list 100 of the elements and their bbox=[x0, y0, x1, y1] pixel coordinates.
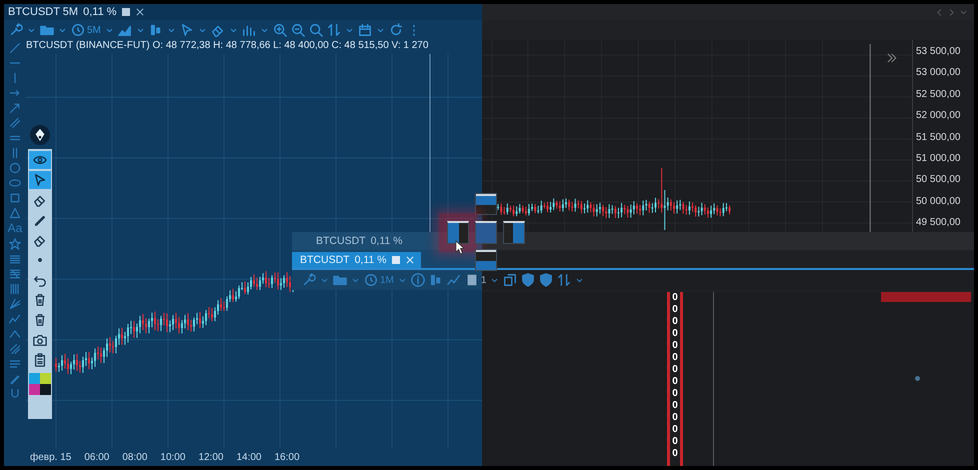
tab-change: 0,11 % bbox=[370, 235, 403, 247]
dock-bottom-icon[interactable] bbox=[475, 249, 497, 271]
calendar-icon[interactable] bbox=[358, 23, 372, 37]
peak-icon[interactable] bbox=[9, 328, 21, 340]
shield-icon[interactable] bbox=[521, 273, 536, 287]
search-icon[interactable] bbox=[308, 23, 323, 37]
dock-left-icon[interactable] bbox=[447, 220, 469, 244]
clock-icon bbox=[364, 273, 378, 287]
text-tool[interactable]: Aa bbox=[8, 222, 22, 235]
bars-icon[interactable] bbox=[428, 273, 443, 287]
triangle-icon[interactable] bbox=[9, 207, 21, 219]
trash-icon bbox=[33, 293, 47, 307]
window-tab[interactable]: BTCUSDT 0,11 % bbox=[292, 233, 411, 249]
sort-icon[interactable] bbox=[557, 273, 572, 287]
price-label: 52 500,00 bbox=[916, 88, 962, 100]
time-label: 14:00 bbox=[236, 452, 262, 462]
close-icon[interactable] bbox=[134, 7, 145, 17]
time-label: 08:00 bbox=[122, 452, 148, 462]
order-value: 0 bbox=[672, 412, 678, 424]
price-label: 51 500,00 bbox=[916, 132, 962, 142]
lines-icon[interactable] bbox=[9, 253, 21, 265]
eraser-icon bbox=[33, 193, 47, 207]
order-value: 0 bbox=[672, 316, 678, 328]
order-value: 0 bbox=[672, 304, 678, 316]
layout-button[interactable]: 1 bbox=[464, 273, 486, 287]
wrench-icon[interactable] bbox=[302, 273, 316, 287]
chevron-right-icon[interactable] bbox=[947, 8, 956, 16]
order-value: 0 bbox=[672, 424, 678, 436]
ellipse-icon[interactable] bbox=[9, 177, 21, 189]
price-label: 52 000,00 bbox=[916, 110, 962, 122]
sort-icon[interactable] bbox=[326, 23, 341, 37]
interval-button[interactable]: 5M bbox=[71, 23, 101, 37]
price-label: 50 500,00 bbox=[916, 174, 962, 186]
hatch-icon[interactable] bbox=[9, 343, 21, 355]
line-chart-icon[interactable] bbox=[446, 273, 461, 287]
chevron-left-icon[interactable] bbox=[935, 8, 944, 16]
info-icon[interactable] bbox=[410, 273, 425, 287]
copy-icon[interactable] bbox=[503, 273, 518, 287]
vertical-bars-icon[interactable] bbox=[9, 283, 21, 295]
zigzag-icon[interactable] bbox=[9, 313, 21, 325]
parallel-lines-icon[interactable] bbox=[9, 117, 21, 129]
page-icon bbox=[464, 273, 479, 287]
order-value: 0 bbox=[672, 340, 678, 352]
color-swatch[interactable] bbox=[40, 373, 51, 384]
line-icon[interactable] bbox=[9, 42, 21, 54]
text-lines-icon[interactable] bbox=[9, 358, 21, 370]
shield-icon[interactable] bbox=[539, 273, 554, 287]
price-label: 53 500,00 bbox=[916, 46, 962, 57]
bars-icon[interactable] bbox=[148, 23, 163, 37]
pencil-icon[interactable] bbox=[9, 373, 21, 385]
star-icon[interactable] bbox=[9, 238, 21, 250]
time-label: 06:00 bbox=[84, 452, 110, 462]
color-swatch[interactable] bbox=[40, 384, 51, 395]
dock-right-icon[interactable] bbox=[503, 220, 525, 244]
cursor-icon bbox=[33, 173, 47, 187]
zoom-out-icon[interactable] bbox=[290, 23, 305, 37]
interval-button[interactable]: 1M bbox=[364, 273, 394, 287]
diagonal-arrow-icon[interactable] bbox=[9, 102, 21, 114]
order-value: 0 bbox=[672, 400, 678, 412]
bar-chart-icon[interactable] bbox=[242, 23, 256, 37]
trash-icon bbox=[33, 313, 47, 327]
dock-top-icon[interactable] bbox=[475, 193, 497, 215]
chart-title: BTCUSDT 5M bbox=[8, 6, 78, 18]
area-chart-icon[interactable] bbox=[118, 23, 132, 37]
price-label: 50 000,00 bbox=[916, 196, 962, 207]
price-label: 53 000,00 bbox=[916, 67, 962, 78]
clock-icon bbox=[71, 23, 85, 37]
time-label: февр. 15 bbox=[30, 452, 72, 462]
dot-marker bbox=[915, 376, 920, 381]
camera-icon bbox=[33, 333, 47, 347]
pencil-icon bbox=[33, 213, 47, 227]
tab-label: BTCUSDT bbox=[300, 254, 350, 266]
zoom-in-icon[interactable] bbox=[272, 23, 287, 37]
tab-label: BTCUSDT bbox=[316, 235, 366, 247]
price-label: 49 500,00 bbox=[916, 217, 962, 228]
folder-icon[interactable] bbox=[333, 273, 347, 287]
order-value: 0 bbox=[672, 376, 678, 388]
dock-center-icon[interactable] bbox=[475, 220, 497, 244]
pointer-icon bbox=[455, 240, 466, 255]
order-value: 0 bbox=[672, 448, 678, 460]
rectangle-icon[interactable] bbox=[9, 192, 21, 204]
color-swatch[interactable] bbox=[29, 384, 40, 395]
cursor-icon[interactable] bbox=[180, 23, 194, 37]
price-label: 51 000,00 bbox=[916, 152, 962, 164]
eye-tool[interactable] bbox=[29, 151, 51, 169]
square-icon[interactable] bbox=[122, 8, 130, 16]
color-swatch[interactable] bbox=[29, 373, 40, 384]
eye-icon bbox=[33, 153, 47, 167]
order-value: 0 bbox=[672, 292, 678, 304]
order-value: 0 bbox=[672, 388, 678, 400]
arrow-icon[interactable] bbox=[9, 87, 21, 99]
order-value: 0 bbox=[672, 436, 678, 448]
wrench-icon[interactable] bbox=[9, 23, 23, 37]
magnet-icon[interactable] bbox=[9, 388, 21, 400]
folder-icon[interactable] bbox=[40, 23, 54, 37]
time-label: 12:00 bbox=[198, 452, 224, 462]
eraser-icon[interactable] bbox=[210, 23, 225, 37]
cursor-tool[interactable] bbox=[29, 171, 51, 189]
fan-icon[interactable] bbox=[9, 298, 21, 310]
refresh-icon[interactable] bbox=[388, 23, 403, 37]
